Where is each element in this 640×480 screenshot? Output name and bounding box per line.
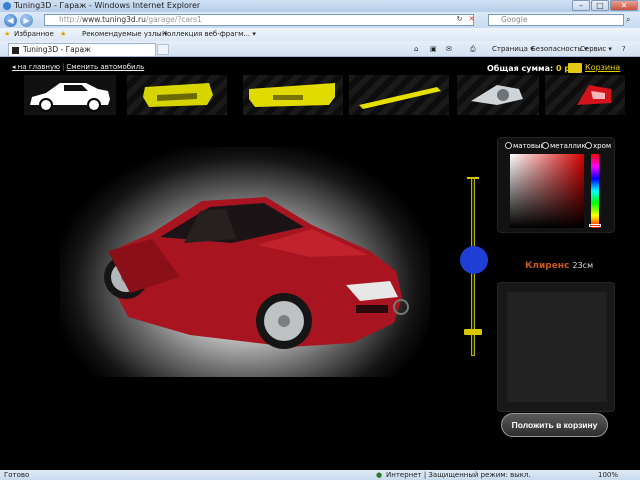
zoom-level[interactable]: 100%: [598, 470, 618, 480]
ie-logo-icon: [3, 2, 11, 10]
minimize-button[interactable]: –: [572, 0, 590, 11]
tools-menu[interactable]: Сервис ▾: [580, 41, 612, 57]
recommended-sites[interactable]: Рекомендуемые узлы ▾: [82, 28, 167, 41]
finish-metallic-radio[interactable]: [542, 142, 549, 149]
car-model-image: [104, 197, 402, 349]
maximize-button[interactable]: □: [591, 0, 609, 11]
new-tab-button[interactable]: [157, 44, 169, 55]
change-car-link[interactable]: Сменить автомобиль: [66, 63, 144, 71]
total-label: Общая сумма:: [487, 64, 554, 73]
window-title-bar: Tuning3D - Гараж - Windows Internet Expl…: [0, 0, 640, 12]
stop-icon[interactable]: ✕: [467, 15, 476, 24]
add-to-cart-button[interactable]: Положить в корзину: [501, 413, 608, 437]
tab-label: Tuning3D - Гараж: [23, 45, 91, 54]
address-bar: ◀ ▶ http://www.tuning3d.ru/garage/?cars1…: [0, 12, 640, 28]
forward-button[interactable]: ▶: [20, 14, 33, 27]
home-link[interactable]: ◂ на главную: [12, 63, 60, 71]
finish-chrome-radio[interactable]: [585, 142, 592, 149]
rotate-icon[interactable]: [393, 299, 409, 315]
finish-matte[interactable]: матовый: [505, 142, 545, 150]
nav-separator: |: [62, 63, 65, 71]
clearance-label: Клиренс: [525, 261, 570, 271]
tab-bar: Tuning3D - Гараж ⌂ ▣ ✉ ⎙ Страница ▾ Безо…: [0, 41, 640, 57]
url-input[interactable]: http://www.tuning3d.ru/garage/?cars1: [44, 14, 474, 26]
webslice-gallery[interactable]: Коллекция веб-фрагм... ▾: [162, 28, 256, 41]
finish-metallic[interactable]: металлик: [542, 142, 586, 150]
paint-panel: матовый металлик хром: [497, 137, 615, 233]
finish-metallic-label: металлик: [550, 142, 586, 150]
refresh-icon[interactable]: ↻: [455, 15, 464, 24]
car-3d-viewer[interactable]: [60, 147, 430, 377]
hue-slider[interactable]: [591, 154, 599, 228]
url-path: /garage/?cars1: [145, 15, 202, 24]
help-button[interactable]: ?: [622, 41, 626, 57]
part-preview-area: [507, 292, 607, 402]
cart-icon[interactable]: [568, 63, 582, 73]
finish-chrome[interactable]: хром: [585, 142, 611, 150]
page-content: ◂ на главную | Сменить автомобиль Общая су…: [0, 57, 640, 470]
car-silhouette-icon: [30, 83, 110, 112]
part-front-bumper[interactable]: [127, 75, 227, 115]
tab-site-icon: [12, 47, 19, 54]
clearance-slider-thumb[interactable]: [464, 329, 482, 335]
top-navigation: ◂ на главную | Сменить автомобиль: [12, 63, 144, 71]
cart-link[interactable]: Корзина: [585, 63, 620, 72]
side-skirt-icon: [359, 87, 441, 109]
page-menu[interactable]: Страница ▾: [492, 41, 534, 57]
rear-bumper-icon: [249, 83, 335, 107]
close-button[interactable]: ✕: [610, 0, 638, 11]
favorites-button[interactable]: Избранное: [14, 28, 54, 41]
add-favorite-icon[interactable]: ★: [60, 28, 66, 41]
back-button[interactable]: ◀: [4, 14, 17, 27]
clearance-readout: Клиренс 23см: [525, 261, 593, 271]
tab-tuning3d[interactable]: Tuning3D - Гараж: [8, 43, 156, 56]
feeds-icon[interactable]: ▣: [430, 41, 437, 57]
globe-icon: ●: [376, 471, 383, 479]
part-side-skirt[interactable]: [349, 75, 449, 115]
parts-strip: [24, 75, 625, 115]
finish-chrome-label: хром: [593, 142, 612, 150]
finish-matte-radio[interactable]: [505, 142, 512, 149]
part-car-body[interactable]: [24, 75, 116, 115]
favorites-bar: ★ Избранное ★ Рекомендуемые узлы ▾ Колле…: [0, 28, 640, 41]
hue-slider-marker[interactable]: [589, 224, 601, 227]
part-rear-bumper[interactable]: [243, 75, 343, 115]
part-taillight[interactable]: [545, 75, 625, 115]
color-picker-field[interactable]: [510, 154, 584, 228]
cursor-highlight: [460, 246, 488, 274]
window-title: Tuning3D - Гараж - Windows Internet Expl…: [14, 1, 201, 10]
url-host: www.tuning3d.ru: [81, 15, 146, 24]
url-prefix: http://: [59, 15, 82, 24]
total-sum: Общая сумма: 0 р.: [487, 64, 573, 73]
favorites-star-icon[interactable]: ★: [4, 28, 10, 41]
taillight-icon: [577, 85, 611, 105]
print-icon[interactable]: ⎙: [470, 41, 476, 57]
status-text: Готово: [4, 471, 30, 479]
finish-matte-label: матовый: [513, 142, 546, 150]
safety-menu[interactable]: Безопасность ▾: [531, 41, 587, 57]
security-zone[interactable]: Интернет | Защищенный режим: выкл.: [386, 470, 531, 480]
search-input[interactable]: Google: [488, 14, 624, 26]
clearance-value: 23см: [572, 261, 594, 270]
status-bar: Готово ● Интернет | Защищенный режим: вы…: [0, 470, 640, 480]
mail-icon[interactable]: ✉: [446, 41, 452, 57]
front-bumper-icon: [143, 83, 213, 107]
part-preview-panel: [497, 282, 615, 412]
headlight-icon: [471, 85, 523, 105]
home-icon[interactable]: ⌂: [414, 41, 418, 57]
part-headlight[interactable]: [457, 75, 539, 115]
search-icon[interactable]: ⌕: [626, 15, 637, 25]
